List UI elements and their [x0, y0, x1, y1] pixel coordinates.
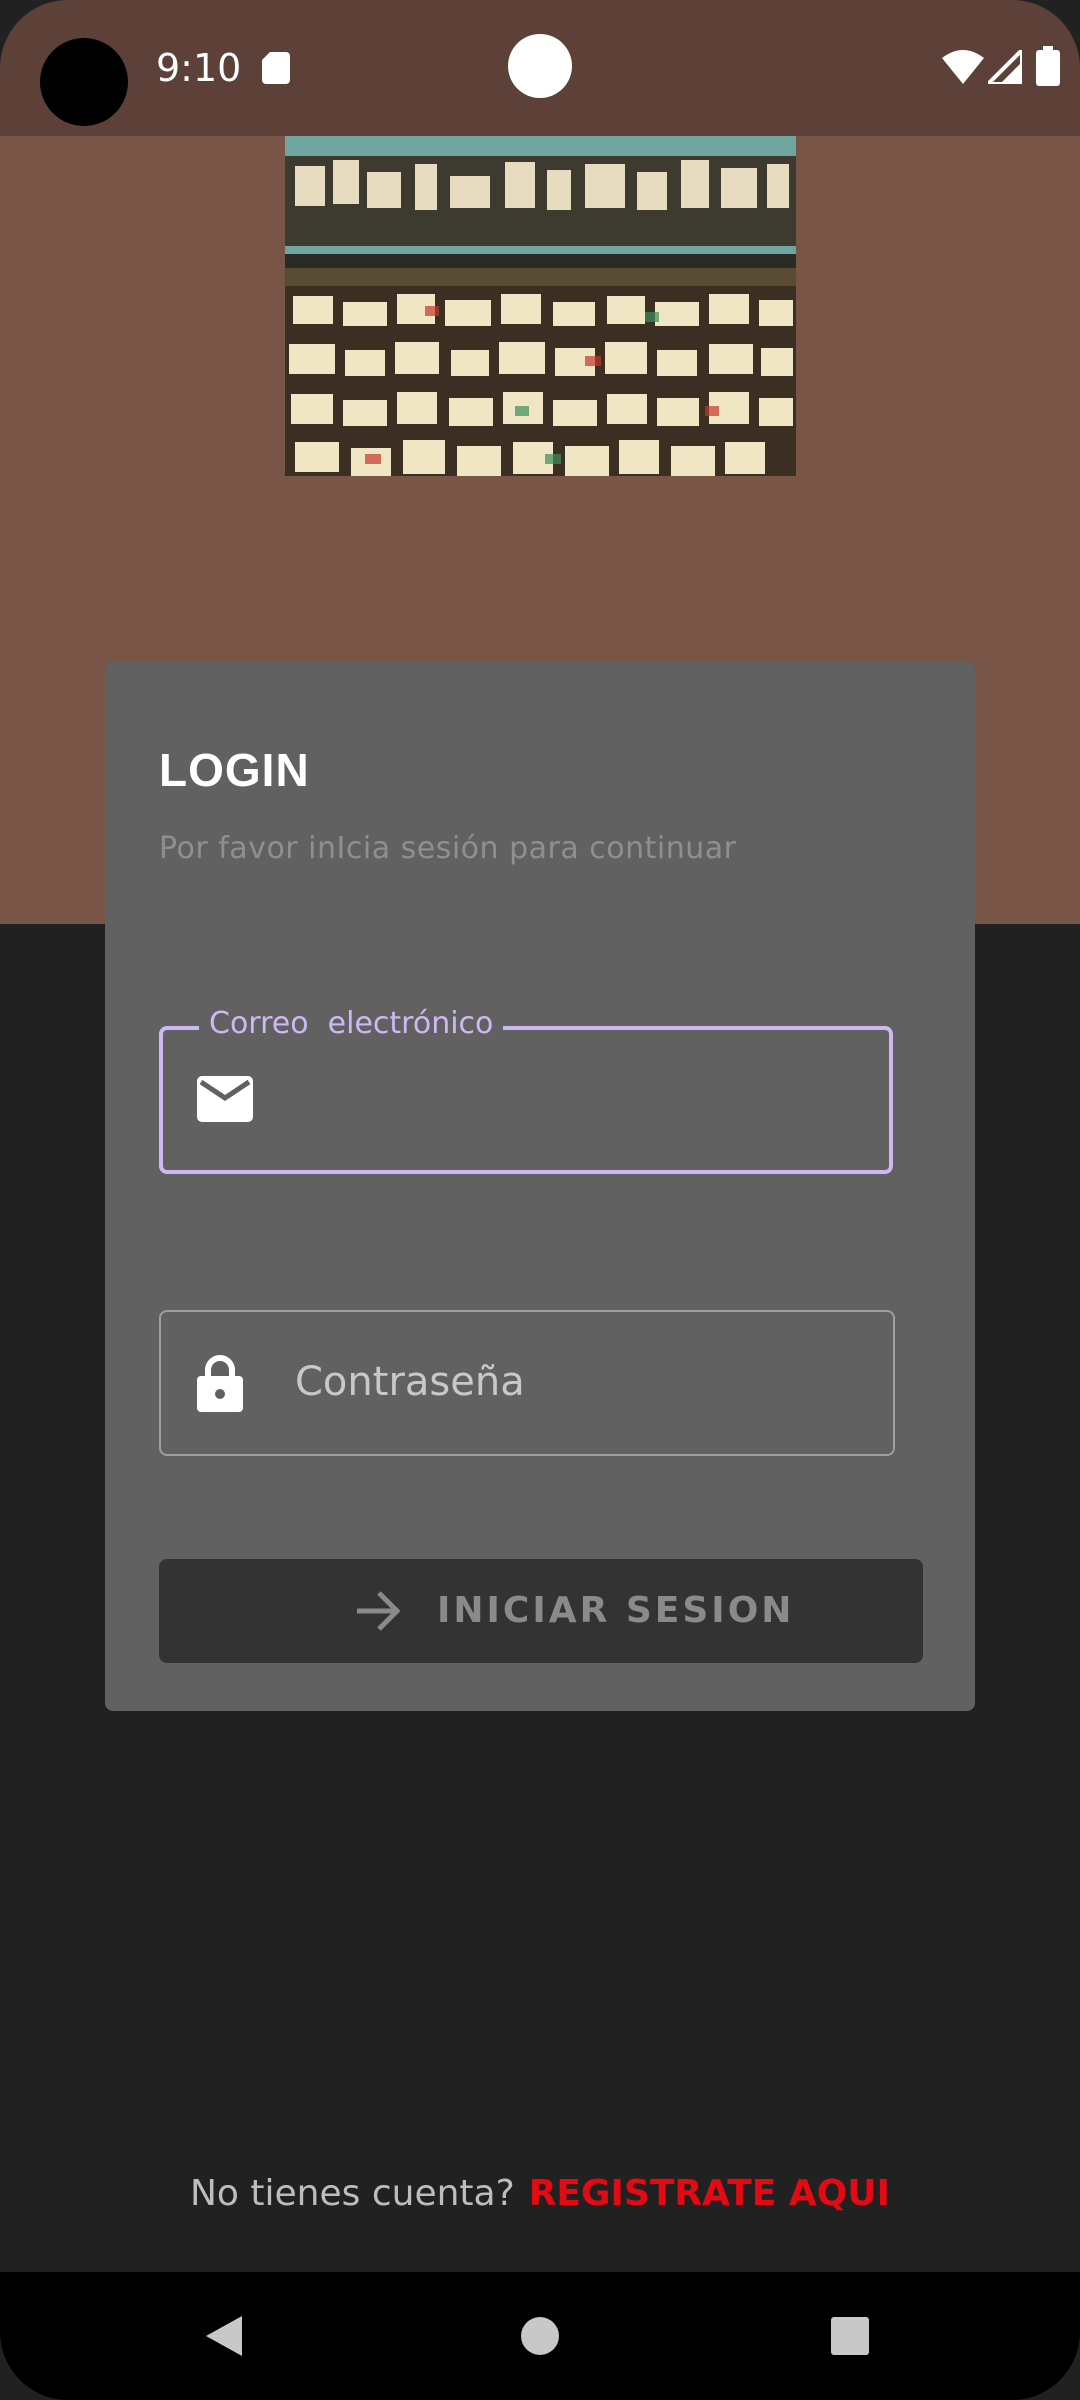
password-placeholder: Contraseña — [295, 1359, 525, 1405]
email-field[interactable]: Correo electrónico — [159, 1004, 893, 1174]
status-time: 9:10 — [156, 46, 242, 90]
login-button[interactable]: INICIAR SESION — [159, 1559, 923, 1663]
arrow-right-icon — [357, 1591, 401, 1631]
login-card: LOGIN Por favor inIcia sesión para conti… — [105, 661, 975, 1711]
camera-cutout — [40, 38, 128, 126]
login-title: LOGIN — [159, 744, 310, 796]
register-prompt: No tienes cuenta? REGISTRATE AQUI — [0, 2170, 1080, 2218]
signal-icon — [988, 50, 1022, 84]
navigation-bar — [0, 2272, 1080, 2400]
record-store-photo — [285, 136, 796, 476]
email-field-label: Correo electrónico — [199, 1004, 504, 1044]
password-field[interactable]: Contraseña — [159, 1310, 895, 1456]
login-button-label: INICIAR SESION — [437, 1590, 795, 1631]
register-question: No tienes cuenta? — [190, 2173, 515, 2214]
battery-icon — [1036, 46, 1060, 86]
front-camera-dot — [508, 34, 572, 98]
login-subtitle: Por favor inIcia sesión para continuar — [159, 831, 737, 866]
wifi-icon — [942, 50, 984, 84]
recents-icon[interactable] — [830, 2316, 870, 2356]
status-bar: 9:10 — [0, 0, 1080, 136]
lock-icon — [197, 1355, 243, 1412]
mail-icon — [197, 1076, 253, 1122]
sd-card-icon — [262, 52, 290, 84]
home-icon[interactable] — [520, 2316, 560, 2356]
register-link[interactable]: REGISTRATE AQUI — [529, 2173, 890, 2214]
back-icon[interactable] — [202, 2312, 246, 2360]
login-screen: 9:10 LOGIN Por favor inIcia sesión para … — [0, 0, 1080, 2400]
